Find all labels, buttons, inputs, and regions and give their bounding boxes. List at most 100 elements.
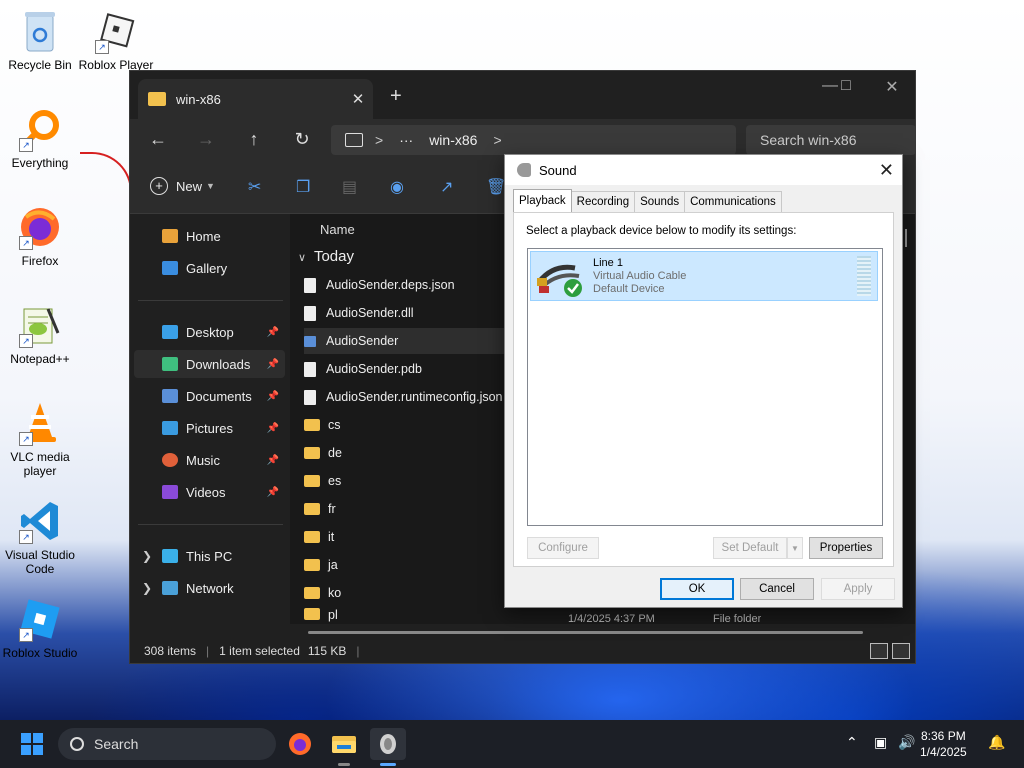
- start-button[interactable]: [14, 728, 50, 760]
- sidebar-item-network[interactable]: ❯ Network: [134, 574, 285, 602]
- desktop-icon-vscode[interactable]: ↗ Visual Studio Code: [0, 498, 80, 576]
- tab-sounds[interactable]: Sounds: [634, 191, 686, 213]
- list-item[interactable]: it: [304, 524, 504, 550]
- list-item[interactable]: fr: [304, 496, 504, 522]
- sidebar-item-downloads[interactable]: Downloads 📌: [134, 350, 285, 378]
- desktop-icon-recycle-bin[interactable]: Recycle Bin: [0, 8, 80, 72]
- chevron-right-icon[interactable]: ❯: [142, 549, 152, 563]
- back-button[interactable]: ←: [144, 129, 172, 150]
- list-item[interactable]: pl: [304, 608, 504, 624]
- list-item[interactable]: de: [304, 440, 504, 466]
- sidebar-item-label: Downloads: [186, 356, 251, 372]
- tiles-view-button[interactable]: [892, 643, 910, 659]
- sidebar-item-desktop[interactable]: Desktop 📌: [134, 318, 285, 346]
- dialog-tabs: Playback Recording Sounds Communications: [513, 189, 782, 213]
- new-button-label: New: [176, 178, 203, 194]
- desktop-icon-firefox[interactable]: ↗ Firefox: [0, 204, 80, 268]
- vertical-scrollbar[interactable]: [905, 229, 907, 247]
- list-item[interactable]: es: [304, 468, 504, 494]
- up-button[interactable]: ↑: [240, 129, 268, 150]
- sidebar-item-pictures[interactable]: Pictures 📌: [134, 414, 285, 442]
- desktop-icon-roblox-player[interactable]: ↗ Roblox Player: [76, 8, 156, 72]
- notification-bell-icon[interactable]: 🔔: [988, 734, 1005, 751]
- cancel-button[interactable]: Cancel: [740, 578, 814, 600]
- list-item[interactable]: cs: [304, 412, 504, 438]
- new-tab-button[interactable]: +: [390, 85, 402, 108]
- taskbar-search[interactable]: Search: [58, 728, 276, 760]
- folder-icon: [304, 531, 320, 543]
- set-default-dropdown[interactable]: ▼: [787, 537, 803, 559]
- details-view-button[interactable]: [870, 643, 888, 659]
- address-ellipsis[interactable]: ···: [399, 132, 413, 148]
- sidebar-item-documents[interactable]: Documents 📌: [134, 382, 285, 410]
- search-input[interactable]: Search win-x86: [746, 125, 916, 155]
- desktop-icon-label: Notepad++: [10, 352, 70, 366]
- device-line-1[interactable]: Line 1 Virtual Audio Cable Default Devic…: [530, 251, 878, 301]
- paste-icon[interactable]: ▤: [342, 177, 357, 197]
- address-box[interactable]: > ··· win-x86 >: [331, 125, 736, 155]
- taskbar-file-explorer[interactable]: [326, 728, 362, 766]
- tab-title: win-x86: [176, 91, 221, 107]
- sidebar-item-label: Network: [186, 580, 234, 596]
- chevron-right-icon[interactable]: ❯: [142, 581, 152, 595]
- set-default-button[interactable]: Set Default: [713, 537, 787, 559]
- copy-icon[interactable]: ❐: [296, 177, 310, 197]
- dialog-close-button[interactable]: ✕: [879, 160, 894, 181]
- desktop-icon-notepadpp[interactable]: ↗ Notepad++: [0, 302, 80, 366]
- list-item[interactable]: AudioSender: [304, 328, 504, 354]
- status-item-count: 308 items: [144, 644, 197, 658]
- sidebar-item-this-pc[interactable]: ❯ This PC: [134, 542, 285, 570]
- sidebar-item-music[interactable]: Music 📌: [134, 446, 285, 474]
- chevron-right-icon[interactable]: >: [493, 132, 501, 148]
- taskbar-sound-settings[interactable]: [370, 728, 406, 766]
- folder-name: fr: [328, 502, 336, 516]
- sidebar-item-home[interactable]: Home: [134, 222, 285, 250]
- taskbar-firefox[interactable]: [282, 728, 318, 760]
- partial-row-date: 1/4/2025 4:37 PM: [568, 613, 655, 624]
- vscode-icon: ↗: [17, 498, 63, 544]
- gallery-icon: [162, 261, 178, 275]
- pin-icon: 📌: [266, 486, 279, 498]
- file-name: AudioSender: [326, 334, 399, 348]
- close-window-button[interactable]: ✕: [870, 77, 914, 97]
- ok-button[interactable]: OK: [660, 578, 734, 600]
- list-item[interactable]: ja: [304, 552, 504, 578]
- clock[interactable]: 8:36 PM 1/4/2025: [920, 728, 967, 760]
- tab-communications[interactable]: Communications: [684, 191, 782, 213]
- column-header-name[interactable]: Name: [320, 222, 355, 237]
- plus-icon: +: [150, 177, 168, 195]
- device-text: Line 1 Virtual Audio Cable Default Devic…: [593, 257, 686, 296]
- sidebar-item-videos[interactable]: Videos 📌: [134, 478, 285, 506]
- list-item[interactable]: ko: [304, 580, 504, 606]
- status-size: 115 KB: [307, 644, 347, 658]
- address-crumb[interactable]: win-x86: [429, 132, 477, 148]
- list-item[interactable]: AudioSender.dll: [304, 300, 504, 326]
- desktop-icon-everything[interactable]: ↗ Everything: [0, 106, 80, 170]
- new-button[interactable]: + New ▼: [150, 177, 215, 195]
- file-icon: [304, 389, 316, 405]
- explorer-tab[interactable]: win-x86 ✕: [138, 79, 373, 119]
- apply-button[interactable]: Apply: [821, 578, 895, 600]
- desktop-icon-vlc[interactable]: ↗ VLC media player: [0, 400, 80, 478]
- volume-icon[interactable]: 🔊: [898, 734, 915, 751]
- horizontal-scrollbar[interactable]: [308, 631, 863, 634]
- list-item[interactable]: AudioSender.pdb: [304, 356, 504, 382]
- chevron-up-icon[interactable]: ⌃: [846, 734, 858, 751]
- refresh-button[interactable]: ↻: [288, 129, 316, 150]
- list-item[interactable]: AudioSender.deps.json: [304, 272, 504, 298]
- maximize-button[interactable]: □: [824, 77, 868, 95]
- group-header-today[interactable]: ∨ Today: [298, 248, 354, 265]
- share-icon[interactable]: ↗: [440, 177, 453, 197]
- tab-close-button[interactable]: ✕: [343, 90, 373, 108]
- cut-icon[interactable]: ✂: [248, 177, 261, 197]
- forward-button[interactable]: →: [192, 129, 220, 150]
- rename-icon[interactable]: ◉: [390, 177, 404, 197]
- tab-recording[interactable]: Recording: [570, 191, 636, 213]
- tab-playback[interactable]: Playback: [513, 189, 572, 212]
- sidebar-item-gallery[interactable]: Gallery: [134, 254, 285, 282]
- desktop-icon-roblox-studio[interactable]: ↗ Roblox Studio: [0, 596, 80, 660]
- network-icon[interactable]: ▣: [874, 734, 887, 751]
- properties-button[interactable]: Properties: [809, 537, 883, 559]
- configure-button[interactable]: Configure: [527, 537, 599, 559]
- list-item[interactable]: AudioSender.runtimeconfig.json: [304, 384, 504, 410]
